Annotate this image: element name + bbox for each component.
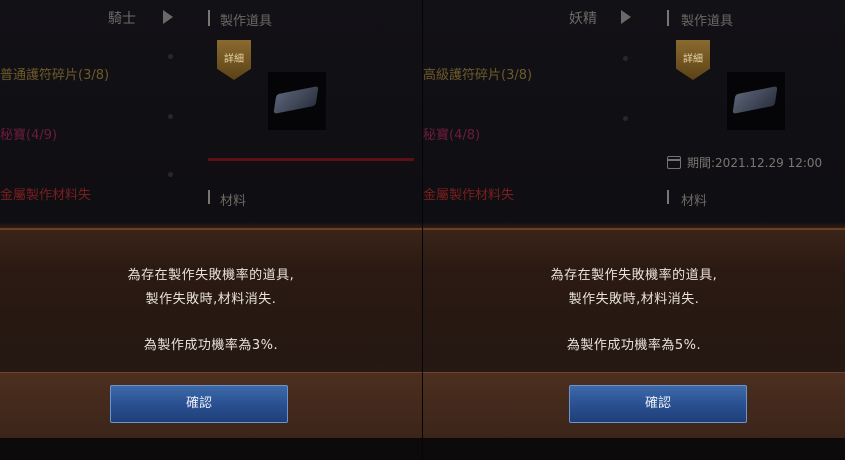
section-title: 製作道具 (220, 14, 273, 29)
list-item[interactable]: 金屬製作材料失 (423, 184, 514, 203)
materials-label: 材料 (681, 194, 708, 209)
class-name-label: 騎士 (108, 11, 136, 27)
dot-marker (168, 54, 173, 59)
confirm-dialog: 為存在製作失敗機率的道具, 製作失敗時,材料消失. 為製作成功機率為3%. 確認 (0, 222, 422, 441)
list-item[interactable]: 金屬製作材料失 (0, 184, 91, 203)
dialog-line-2: 製作失敗時,材料消失. (145, 292, 277, 307)
expiry-text: 期間:2021.12.29 12:00 (687, 156, 823, 170)
dialog-success-rate: 為製作成功機率為3%. (143, 338, 279, 353)
dialog-success-rate: 為製作成功機率為5%. (566, 338, 702, 353)
bottom-bar (0, 438, 422, 460)
badge-label: 詳細 (224, 54, 244, 65)
confirm-button[interactable]: 確認 (569, 385, 747, 423)
dot-marker (623, 116, 628, 121)
bottom-bar (423, 438, 845, 460)
dialog-line-2: 製作失敗時,材料消失. (568, 292, 700, 307)
confirm-button[interactable]: 確認 (110, 385, 288, 423)
detail-badge[interactable]: 詳細 (676, 40, 710, 80)
materials-label: 材料 (220, 194, 247, 209)
badge-label: 詳細 (683, 54, 703, 65)
dialog-footer: 確認 (0, 372, 422, 441)
dot-marker (168, 172, 173, 177)
right-panel: 妖精 製作道具 高級護符碎片(3/8) 秘寶(4/8) 金屬製作材料失 詳細 期… (423, 0, 845, 460)
section-title: 製作道具 (681, 14, 734, 29)
scroll-icon (273, 86, 319, 114)
item-slot[interactable] (268, 72, 326, 130)
section-divider (208, 190, 210, 204)
scroll-icon (732, 86, 778, 114)
list-item[interactable]: 普通護符碎片(3/8) (0, 64, 109, 83)
list-item[interactable]: 秘寶(4/9) (0, 124, 57, 143)
item-slot[interactable] (727, 72, 785, 130)
dialog-line-1: 為存在製作失敗機率的道具, (127, 268, 295, 283)
calendar-icon (667, 156, 681, 169)
class-name-label: 妖精 (569, 11, 597, 27)
section-divider (667, 10, 669, 26)
section-divider (208, 10, 210, 26)
section-divider (667, 190, 669, 204)
dialog-line-1: 為存在製作失敗機率的道具, (550, 268, 718, 283)
dot-marker (623, 56, 628, 61)
warning-line (208, 158, 414, 161)
dot-marker (168, 114, 173, 119)
left-panel: 騎士 製作道具 普通護符碎片(3/8) 秘寶(4/9) 金屬製作材料失 詳細 材… (0, 0, 422, 460)
detail-badge[interactable]: 詳細 (217, 40, 251, 80)
play-icon[interactable] (621, 10, 631, 24)
confirm-dialog: 為存在製作失敗機率的道具, 製作失敗時,材料消失. 為製作成功機率為5%. 確認 (423, 222, 845, 441)
list-item[interactable]: 秘寶(4/8) (423, 124, 480, 143)
play-icon[interactable] (163, 10, 173, 24)
list-item[interactable]: 高級護符碎片(3/8) (423, 64, 532, 83)
dialog-footer: 確認 (423, 372, 845, 441)
